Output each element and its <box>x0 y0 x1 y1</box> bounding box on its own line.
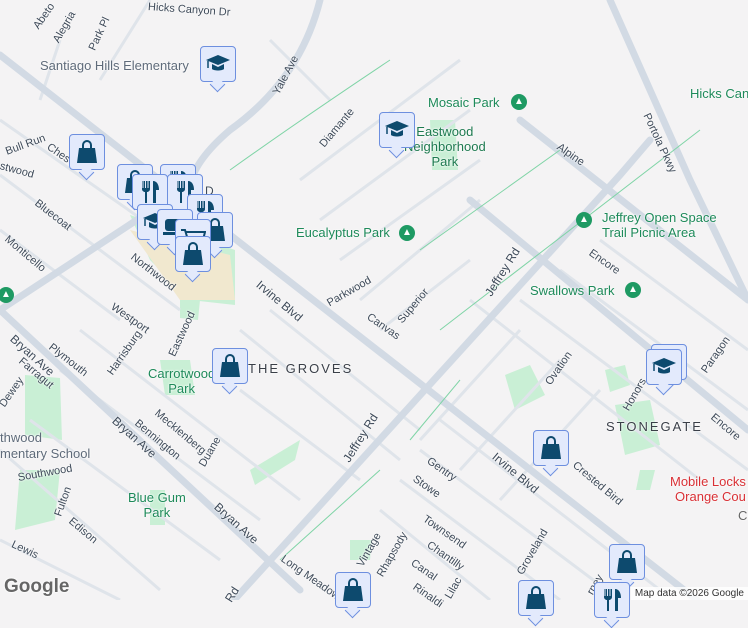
graduation-cap-icon <box>205 53 231 75</box>
graduation-cap-icon <box>384 119 410 141</box>
shopping-marker[interactable] <box>518 580 554 616</box>
place-label-swallows-park[interactable]: Swallows Park <box>530 283 615 298</box>
shopping-marker[interactable] <box>175 236 211 272</box>
place-label-northwood-elementary[interactable]: thwood mentary School <box>0 430 90 462</box>
portola-pkwy-road <box>606 0 748 304</box>
place-label-eucalyptus-park[interactable]: Eucalyptus Park <box>296 225 390 240</box>
shopping-bag-icon <box>76 140 98 164</box>
graduation-cap-icon <box>651 356 677 378</box>
shopping-marker[interactable] <box>609 544 645 580</box>
shopping-marker[interactable] <box>69 134 105 170</box>
shopping-bag-icon <box>616 550 638 574</box>
shopping-marker[interactable] <box>533 430 569 466</box>
place-label-santiago-hills-elementary[interactable]: Santiago Hills Elementary <box>40 58 189 73</box>
major-roads <box>0 0 748 600</box>
google-logo: Google <box>4 576 70 597</box>
park-tree-icon[interactable]: ▲ <box>511 94 527 110</box>
park-tree-icon[interactable]: ▲ <box>625 282 641 298</box>
school-marker[interactable] <box>200 46 236 82</box>
place-label-blue-gum-park[interactable]: Blue Gum Park <box>128 490 186 520</box>
place-label-mosaic-park[interactable]: Mosaic Park <box>428 95 500 110</box>
place-label-mobile-locksmith[interactable]: Mobile Locks Orange Cou <box>670 474 746 504</box>
place-label-jeffrey-open-space[interactable]: Jeffrey Open Space Trail Picnic Area <box>602 210 717 240</box>
minor-streets <box>0 0 748 600</box>
shopping-bag-icon <box>525 586 547 610</box>
school-marker[interactable] <box>646 349 682 385</box>
place-label-hicks-canyon[interactable]: Hicks Can <box>690 86 748 101</box>
fork-knife-icon <box>601 588 623 612</box>
park-tree-icon[interactable]: ▲ <box>576 212 592 228</box>
shopping-bag-icon <box>540 436 562 460</box>
map-attribution[interactable]: Map data ©2026 Google <box>630 587 748 600</box>
street-label: Cr <box>738 508 748 523</box>
restaurant-marker[interactable] <box>594 582 630 618</box>
shopping-bag-icon <box>219 354 241 378</box>
school-marker[interactable] <box>379 112 415 148</box>
shopping-bag-icon <box>182 242 204 266</box>
neighborhood-label-stonegate: STONEGATE <box>606 419 703 434</box>
neighborhood-label-the-groves: THE GROVES <box>248 361 354 376</box>
park-tree-icon[interactable]: ▲ <box>399 225 415 241</box>
shopping-bag-icon <box>342 578 364 602</box>
fork-knife-icon <box>139 180 161 204</box>
shopping-marker[interactable] <box>335 572 371 608</box>
place-label-carrotwood-park[interactable]: Carrotwood Park <box>148 366 215 396</box>
place-label-eastwood-neighborhood-park[interactable]: Eastwood Neighborhood Park <box>404 124 486 169</box>
map-canvas[interactable] <box>0 0 748 600</box>
shopping-marker[interactable] <box>212 348 248 384</box>
